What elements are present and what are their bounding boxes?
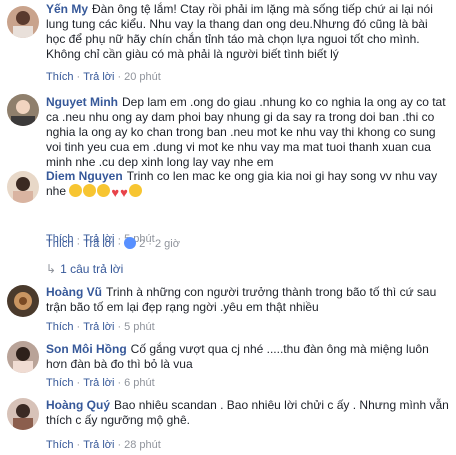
avatar-image [7,285,39,317]
comment-actions: Thích · Trả lời · 6 phút [46,377,155,389]
like-link[interactable]: Thích [46,321,74,333]
comment-author[interactable]: Hoàng Vũ [46,285,102,299]
avatar[interactable] [7,171,39,203]
comment-actions: Thích · Trả lời · 2 · 2 giờ [46,237,180,250]
comment-actions: Thích · Trả lời · 5 phút [46,321,155,333]
comment-item: Yến My Đàn ông tệ lắm! Ctay rồi phải im l… [0,0,456,90]
comment-author[interactable]: Yến My [46,2,88,16]
avatar-image [7,6,39,38]
comment-actions: Thích · Trả lời · 28 phút [46,439,161,451]
comment-author[interactable]: Diem Nguyen [46,169,123,183]
heart-icon: ♥ [120,185,128,200]
avatar-image [7,398,39,430]
comment-item: Nguyet Minh Dep lam em .ong do giau .nhun… [0,90,456,169]
reactions-count[interactable]: 2 [139,238,145,250]
avatar[interactable] [7,341,39,373]
like-link[interactable]: Thích [46,238,74,250]
comment-author[interactable]: Nguyet Minh [46,95,118,109]
avatar[interactable] [7,6,39,38]
comment-text: Trinh à những con người trưởng thành tro… [46,285,437,314]
reply-link[interactable]: Trả lời [83,377,114,389]
emoji-smile-icon [69,184,83,197]
emoji-smile-icon [83,184,97,197]
comment-time[interactable]: 2 giờ [155,238,180,250]
comment-author[interactable]: Son Môi Hồng [46,342,127,356]
avatar-image [7,341,39,373]
emoji-sad-icon [128,184,142,197]
comment-time[interactable]: 28 phút [124,439,161,451]
like-link[interactable]: Thích [46,71,74,83]
avatar[interactable] [7,94,39,126]
heart-icon: ♥ [111,185,120,200]
comment-author[interactable]: Hoàng Quý [46,398,110,412]
comment-time[interactable]: 5 phút [124,321,155,333]
reply-link[interactable]: Trả lời [83,238,114,250]
reply-link[interactable]: Trả lời [83,321,114,333]
avatar-image [7,94,39,126]
like-link[interactable]: Thích [46,439,74,451]
emoji-smile-icon [97,184,111,197]
comment-actions: Thích · Trả lời · 20 phút [46,71,161,83]
reply-arrow-icon: ↳ [46,262,57,276]
comment-text: Đàn ông tệ lắm! Ctay rồi phải im lặng mà… [46,2,433,61]
avatar[interactable] [7,285,39,317]
avatar-image [7,171,39,203]
comment-time[interactable]: 6 phút [124,377,155,389]
view-replies-link[interactable]: ↳ 1 câu trả lời [46,262,123,276]
like-icon [124,237,137,249]
reply-link[interactable]: Trả lời [83,439,114,451]
replies-count[interactable]: 1 câu trả lời [60,262,123,276]
avatar[interactable] [7,398,39,430]
comment-time[interactable]: 20 phút [124,71,161,83]
reply-link[interactable]: Trả lời [83,71,114,83]
like-link[interactable]: Thích [46,377,74,389]
